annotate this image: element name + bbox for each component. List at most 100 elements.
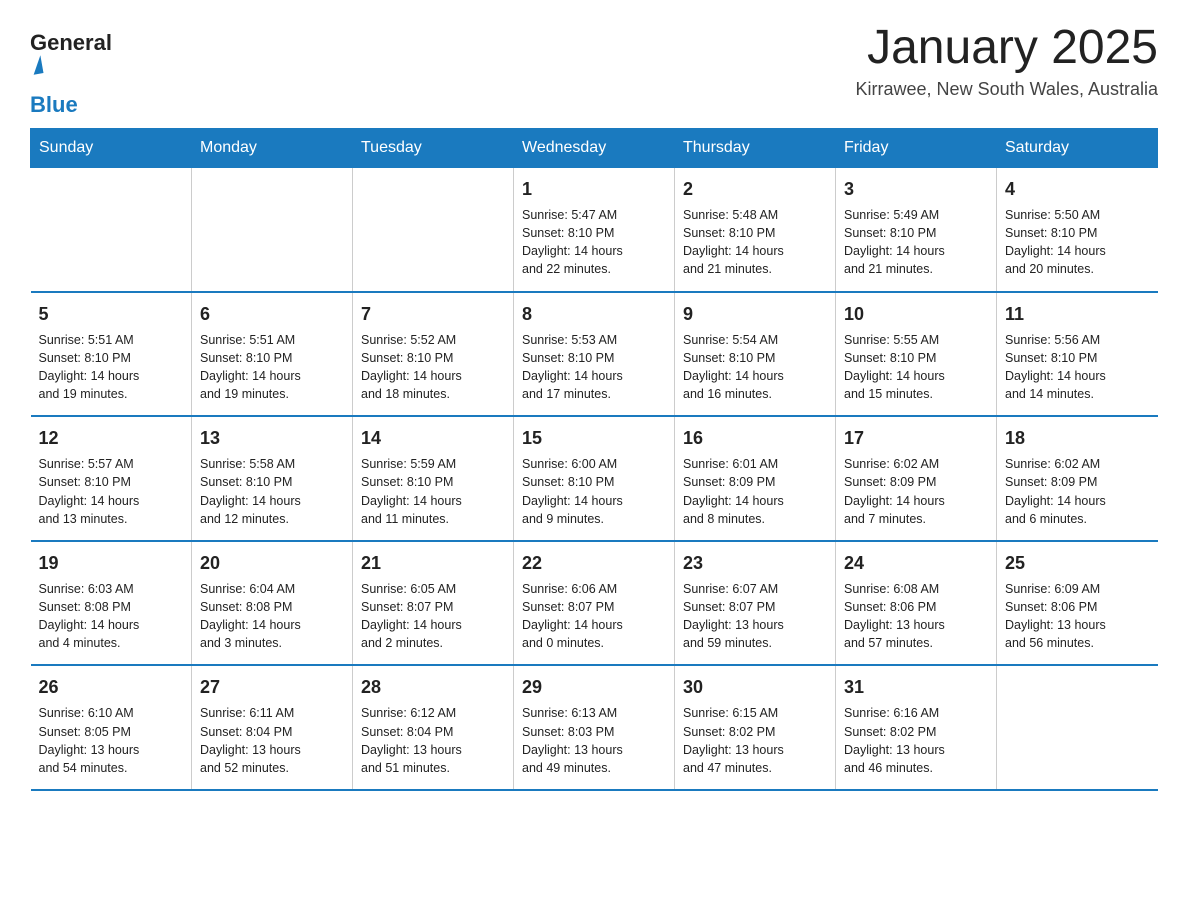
day-number: 20 <box>200 550 344 576</box>
day-info: Sunrise: 6:10 AM Sunset: 8:05 PM Dayligh… <box>39 704 184 777</box>
day-number: 17 <box>844 425 988 451</box>
day-number: 10 <box>844 301 988 327</box>
day-number: 3 <box>844 176 988 202</box>
calendar-cell: 21 Sunrise: 6:05 AM Sunset: 8:07 PM Dayli… <box>353 541 514 666</box>
day-number: 27 <box>200 674 344 700</box>
calendar-cell: 27 Sunrise: 6:11 AM Sunset: 8:04 PM Dayli… <box>192 665 353 790</box>
day-info: Sunrise: 6:08 AM Sunset: 8:06 PM Dayligh… <box>844 580 988 653</box>
day-info: Sunrise: 5:51 AM Sunset: 8:10 PM Dayligh… <box>200 331 344 404</box>
day-number: 7 <box>361 301 505 327</box>
day-info: Sunrise: 6:15 AM Sunset: 8:02 PM Dayligh… <box>683 704 827 777</box>
day-info: Sunrise: 5:48 AM Sunset: 8:10 PM Dayligh… <box>683 206 827 279</box>
day-info: Sunrise: 6:07 AM Sunset: 8:07 PM Dayligh… <box>683 580 827 653</box>
day-info: Sunrise: 6:02 AM Sunset: 8:09 PM Dayligh… <box>844 455 988 528</box>
day-info: Sunrise: 6:01 AM Sunset: 8:09 PM Dayligh… <box>683 455 827 528</box>
day-number: 22 <box>522 550 666 576</box>
day-number: 26 <box>39 674 184 700</box>
calendar-week-row: 1Sunrise: 5:47 AM Sunset: 8:10 PM Daylig… <box>31 168 1158 292</box>
calendar-cell <box>997 665 1158 790</box>
calendar-cell: 15 Sunrise: 6:00 AM Sunset: 8:10 PM Dayli… <box>514 416 675 541</box>
calendar-cell <box>353 168 514 292</box>
calendar-header-monday: Monday <box>192 129 353 168</box>
calendar-cell: 4 Sunrise: 5:50 AM Sunset: 8:10 PM Daylig… <box>997 168 1158 292</box>
calendar-cell: 6Sunrise: 5:51 AM Sunset: 8:10 PM Daylig… <box>192 292 353 417</box>
day-info: Sunrise: 6:05 AM Sunset: 8:07 PM Dayligh… <box>361 580 505 653</box>
calendar-header-thursday: Thursday <box>675 129 836 168</box>
day-number: 11 <box>1005 301 1150 327</box>
calendar-cell: 29Sunrise: 6:13 AM Sunset: 8:03 PM Dayli… <box>514 665 675 790</box>
subtitle: Kirrawee, New South Wales, Australia <box>856 79 1158 100</box>
day-info: Sunrise: 5:51 AM Sunset: 8:10 PM Dayligh… <box>39 331 184 404</box>
day-info: Sunrise: 5:47 AM Sunset: 8:10 PM Dayligh… <box>522 206 666 279</box>
calendar-cell: 10 Sunrise: 5:55 AM Sunset: 8:10 PM Dayli… <box>836 292 997 417</box>
calendar-cell: 13 Sunrise: 5:58 AM Sunset: 8:10 PM Dayli… <box>192 416 353 541</box>
calendar-cell: 3 Sunrise: 5:49 AM Sunset: 8:10 PM Daylig… <box>836 168 997 292</box>
calendar-cell: 11 Sunrise: 5:56 AM Sunset: 8:10 PM Dayli… <box>997 292 1158 417</box>
calendar-header-wednesday: Wednesday <box>514 129 675 168</box>
calendar-cell: 17 Sunrise: 6:02 AM Sunset: 8:09 PM Dayli… <box>836 416 997 541</box>
calendar-cell: 9Sunrise: 5:54 AM Sunset: 8:10 PM Daylig… <box>675 292 836 417</box>
day-info: Sunrise: 5:58 AM Sunset: 8:10 PM Dayligh… <box>200 455 344 528</box>
day-number: 14 <box>361 425 505 451</box>
page-title: January 2025 <box>856 20 1158 75</box>
calendar-cell: 26 Sunrise: 6:10 AM Sunset: 8:05 PM Dayli… <box>31 665 192 790</box>
calendar-header-friday: Friday <box>836 129 997 168</box>
calendar-cell: 1Sunrise: 5:47 AM Sunset: 8:10 PM Daylig… <box>514 168 675 292</box>
day-number: 23 <box>683 550 827 576</box>
calendar-cell: 18Sunrise: 6:02 AM Sunset: 8:09 PM Dayli… <box>997 416 1158 541</box>
day-info: Sunrise: 5:57 AM Sunset: 8:10 PM Dayligh… <box>39 455 184 528</box>
calendar-cell <box>31 168 192 292</box>
calendar-week-row: 5Sunrise: 5:51 AM Sunset: 8:10 PM Daylig… <box>31 292 1158 417</box>
day-number: 21 <box>361 550 505 576</box>
calendar-week-row: 19 Sunrise: 6:03 AM Sunset: 8:08 PM Dayli… <box>31 541 1158 666</box>
calendar-cell: 22 Sunrise: 6:06 AM Sunset: 8:07 PM Dayli… <box>514 541 675 666</box>
day-info: Sunrise: 5:59 AM Sunset: 8:10 PM Dayligh… <box>361 455 505 528</box>
calendar-cell: 14 Sunrise: 5:59 AM Sunset: 8:10 PM Dayli… <box>353 416 514 541</box>
day-number: 25 <box>1005 550 1150 576</box>
calendar-cell: 25Sunrise: 6:09 AM Sunset: 8:06 PM Dayli… <box>997 541 1158 666</box>
day-number: 30 <box>683 674 827 700</box>
calendar-cell: 8 Sunrise: 5:53 AM Sunset: 8:10 PM Daylig… <box>514 292 675 417</box>
day-number: 13 <box>200 425 344 451</box>
day-info: Sunrise: 6:00 AM Sunset: 8:10 PM Dayligh… <box>522 455 666 528</box>
day-info: Sunrise: 5:56 AM Sunset: 8:10 PM Dayligh… <box>1005 331 1150 404</box>
calendar-cell: 30 Sunrise: 6:15 AM Sunset: 8:02 PM Dayli… <box>675 665 836 790</box>
calendar-cell: 5Sunrise: 5:51 AM Sunset: 8:10 PM Daylig… <box>31 292 192 417</box>
calendar-week-row: 12 Sunrise: 5:57 AM Sunset: 8:10 PM Dayli… <box>31 416 1158 541</box>
day-info: Sunrise: 6:12 AM Sunset: 8:04 PM Dayligh… <box>361 704 505 777</box>
day-info: Sunrise: 5:52 AM Sunset: 8:10 PM Dayligh… <box>361 331 505 404</box>
calendar-cell: 20 Sunrise: 6:04 AM Sunset: 8:08 PM Dayli… <box>192 541 353 666</box>
day-info: Sunrise: 5:49 AM Sunset: 8:10 PM Dayligh… <box>844 206 988 279</box>
calendar-cell: 28Sunrise: 6:12 AM Sunset: 8:04 PM Dayli… <box>353 665 514 790</box>
day-info: Sunrise: 6:06 AM Sunset: 8:07 PM Dayligh… <box>522 580 666 653</box>
day-number: 2 <box>683 176 827 202</box>
day-info: Sunrise: 6:03 AM Sunset: 8:08 PM Dayligh… <box>39 580 184 653</box>
day-number: 29 <box>522 674 666 700</box>
day-number: 31 <box>844 674 988 700</box>
day-number: 9 <box>683 301 827 327</box>
header: General Blue January 2025 Kirrawee, New … <box>30 20 1158 118</box>
day-number: 24 <box>844 550 988 576</box>
day-number: 8 <box>522 301 666 327</box>
day-info: Sunrise: 5:53 AM Sunset: 8:10 PM Dayligh… <box>522 331 666 404</box>
calendar-cell: 7 Sunrise: 5:52 AM Sunset: 8:10 PM Daylig… <box>353 292 514 417</box>
logo: General Blue <box>30 30 112 118</box>
day-info: Sunrise: 6:11 AM Sunset: 8:04 PM Dayligh… <box>200 704 344 777</box>
day-info: Sunrise: 6:04 AM Sunset: 8:08 PM Dayligh… <box>200 580 344 653</box>
day-info: Sunrise: 5:55 AM Sunset: 8:10 PM Dayligh… <box>844 331 988 404</box>
day-info: Sunrise: 6:16 AM Sunset: 8:02 PM Dayligh… <box>844 704 988 777</box>
calendar-header-row: SundayMondayTuesdayWednesdayThursdayFrid… <box>31 129 1158 168</box>
day-number: 12 <box>39 425 184 451</box>
day-number: 15 <box>522 425 666 451</box>
day-number: 19 <box>39 550 184 576</box>
calendar-week-row: 26 Sunrise: 6:10 AM Sunset: 8:05 PM Dayli… <box>31 665 1158 790</box>
calendar-header-tuesday: Tuesday <box>353 129 514 168</box>
logo-text-general: General <box>30 30 112 56</box>
calendar-cell <box>192 168 353 292</box>
day-info: Sunrise: 5:50 AM Sunset: 8:10 PM Dayligh… <box>1005 206 1150 279</box>
calendar-header-sunday: Sunday <box>31 129 192 168</box>
day-number: 4 <box>1005 176 1150 202</box>
calendar-cell: 23 Sunrise: 6:07 AM Sunset: 8:07 PM Dayli… <box>675 541 836 666</box>
logo-triangle-icon <box>31 55 44 74</box>
day-number: 18 <box>1005 425 1150 451</box>
